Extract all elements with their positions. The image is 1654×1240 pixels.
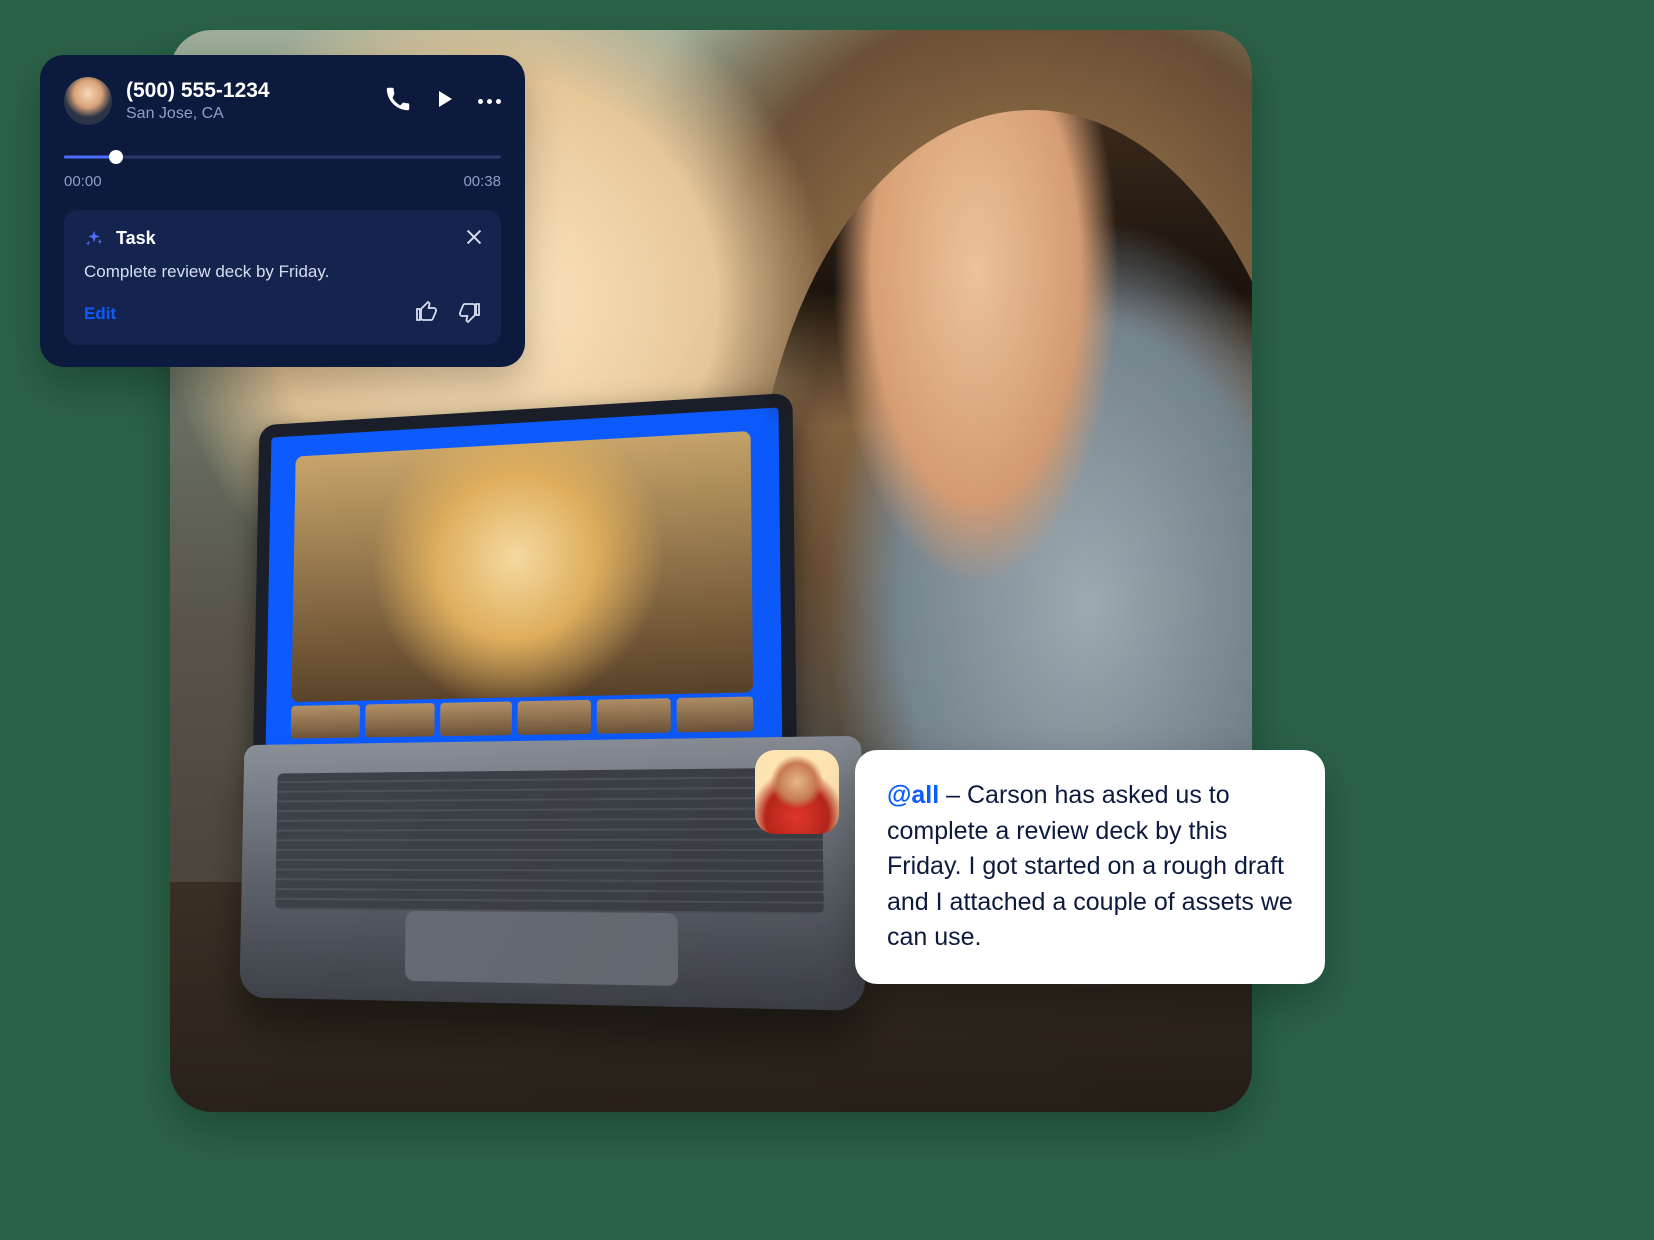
laptop-screen [252,393,797,791]
playback-progress[interactable] [64,147,501,167]
voicemail-card: (500) 555-1234 San Jose, CA 00:00 00:38 … [40,55,525,367]
task-label: Task [116,228,156,249]
play-icon [432,87,456,111]
playback-times: 00:00 00:38 [64,173,501,190]
chat-message: @all – Carson has asked us to complete a… [755,750,1325,984]
ai-task-panel: Task Complete review deck by Friday. Edi… [64,210,501,345]
chat-bubble: @all – Carson has asked us to complete a… [855,750,1325,984]
task-footer: Edit [84,300,481,329]
chat-separator: – [939,781,967,809]
close-icon [463,226,485,248]
time-elapsed: 00:00 [64,173,102,190]
more-icon [478,99,483,104]
caller-identity: (500) 555-1234 San Jose, CA [126,79,372,122]
thumbs-up-icon [415,300,439,324]
voicemail-actions [386,87,501,116]
chat-mention[interactable]: @all [887,781,939,809]
caller-phone-number: (500) 555-1234 [126,79,372,102]
voicemail-header: (500) 555-1234 San Jose, CA [64,77,501,125]
task-body: Complete review deck by Friday. [84,261,481,284]
play-button[interactable] [432,87,456,116]
thumbs-down-button[interactable] [457,300,481,329]
video-call-participant-strip [291,696,754,738]
thumbs-up-button[interactable] [415,300,439,329]
sender-avatar[interactable] [755,750,839,834]
call-back-button[interactable] [386,87,410,116]
caller-avatar[interactable] [64,77,112,125]
task-header: Task [84,228,481,249]
edit-task-button[interactable]: Edit [84,304,116,324]
sparkle-icon [84,229,104,249]
video-call-toolbar [265,739,782,777]
thumbs-down-icon [457,300,481,324]
close-task-button[interactable] [463,226,485,248]
video-call-main-feed [291,431,753,702]
feedback-buttons [415,300,481,329]
caller-location: San Jose, CA [126,105,372,123]
more-options-button[interactable] [478,99,501,104]
progress-thumb[interactable] [109,150,123,164]
time-total: 00:38 [463,173,501,190]
phone-icon [386,87,410,111]
progress-track [64,156,501,159]
